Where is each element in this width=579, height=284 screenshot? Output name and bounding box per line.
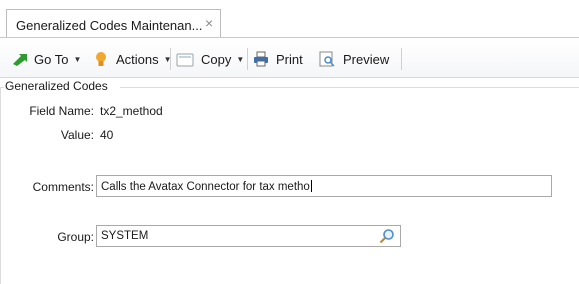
- print-button[interactable]: Print: [253, 50, 303, 68]
- group-title: Generalized Codes: [5, 79, 112, 93]
- value-value: 40: [100, 128, 114, 142]
- goto-arrow-icon: [12, 52, 28, 66]
- tab-strip: Generalized Codes Maintenan... ×: [0, 0, 579, 38]
- copy-button[interactable]: Copy ▼: [176, 50, 244, 68]
- text-cursor: [310, 180, 312, 192]
- goto-button[interactable]: Go To ▼: [12, 50, 81, 68]
- preview-label: Preview: [343, 51, 390, 67]
- chevron-down-icon: ▼: [236, 54, 245, 64]
- tab-title: Generalized Codes Maintenan...: [16, 18, 203, 33]
- comments-label: Comments:: [32, 180, 94, 194]
- chevron-down-icon: ▼: [73, 54, 82, 64]
- toolbar-separator: [247, 48, 248, 70]
- preview-icon: [319, 51, 335, 67]
- preview-button[interactable]: Preview: [319, 50, 389, 68]
- search-icon[interactable]: [379, 228, 395, 244]
- toolbar: Go To ▼ Actions ▼ Copy ▼ Print Preview: [0, 38, 579, 78]
- print-label: Print: [276, 51, 303, 67]
- comments-input[interactable]: Calls the Avatax Connector for tax metho: [96, 175, 552, 197]
- group-field-label: Group:: [57, 230, 94, 244]
- value-label: Value:: [60, 128, 94, 142]
- copy-icon: [176, 51, 194, 67]
- comments-value: Calls the Avatax Connector for tax metho: [101, 181, 310, 193]
- lightbulb-icon: [95, 51, 107, 68]
- field-name-label: Field Name:: [29, 104, 94, 118]
- printer-icon: [253, 51, 269, 67]
- actions-label: Actions: [116, 51, 159, 67]
- actions-button[interactable]: Actions ▼: [95, 50, 172, 68]
- tab-generalized-codes[interactable]: Generalized Codes Maintenan... ×: [6, 9, 221, 38]
- goto-label: Go To: [34, 51, 69, 67]
- close-icon[interactable]: ×: [205, 16, 213, 30]
- group-input[interactable]: SYSTEM: [96, 225, 401, 247]
- copy-label: Copy: [201, 51, 232, 67]
- group-frame: [120, 87, 579, 88]
- toolbar-separator: [401, 48, 402, 70]
- field-name-value: tx2_method: [100, 104, 163, 118]
- toolbar-separator: [170, 48, 171, 70]
- group-value: SYSTEM: [101, 230, 149, 242]
- group-frame: [0, 87, 1, 284]
